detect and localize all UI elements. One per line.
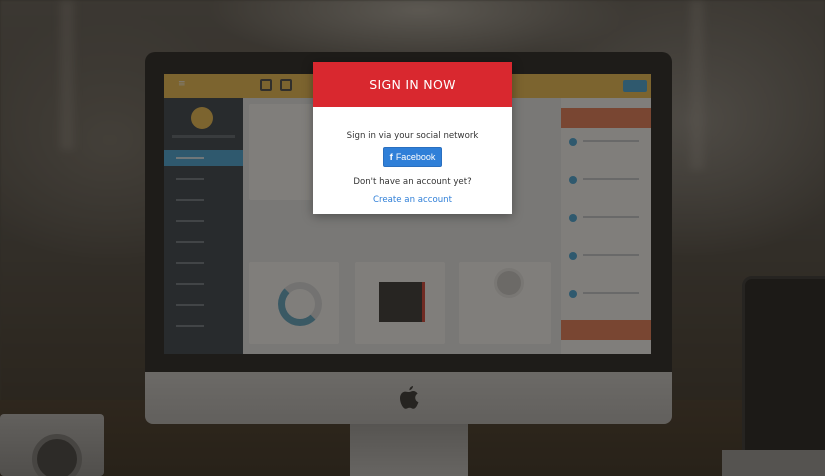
facebook-icon: f	[389, 151, 393, 163]
create-account-link[interactable]: Create an account	[373, 195, 452, 205]
facebook-button-label: Facebook	[395, 152, 436, 162]
modal-header: SIGN IN NOW	[313, 62, 512, 107]
modal-title: SIGN IN NOW	[369, 77, 456, 92]
no-account-text: Don't have an account yet?	[353, 177, 472, 187]
sign-in-modal: SIGN IN NOW Sign in via your social netw…	[313, 62, 512, 214]
modal-body: Sign in via your social network f Facebo…	[313, 107, 512, 206]
facebook-signin-button[interactable]: f Facebook	[383, 147, 442, 167]
social-signin-prompt: Sign in via your social network	[346, 131, 479, 141]
